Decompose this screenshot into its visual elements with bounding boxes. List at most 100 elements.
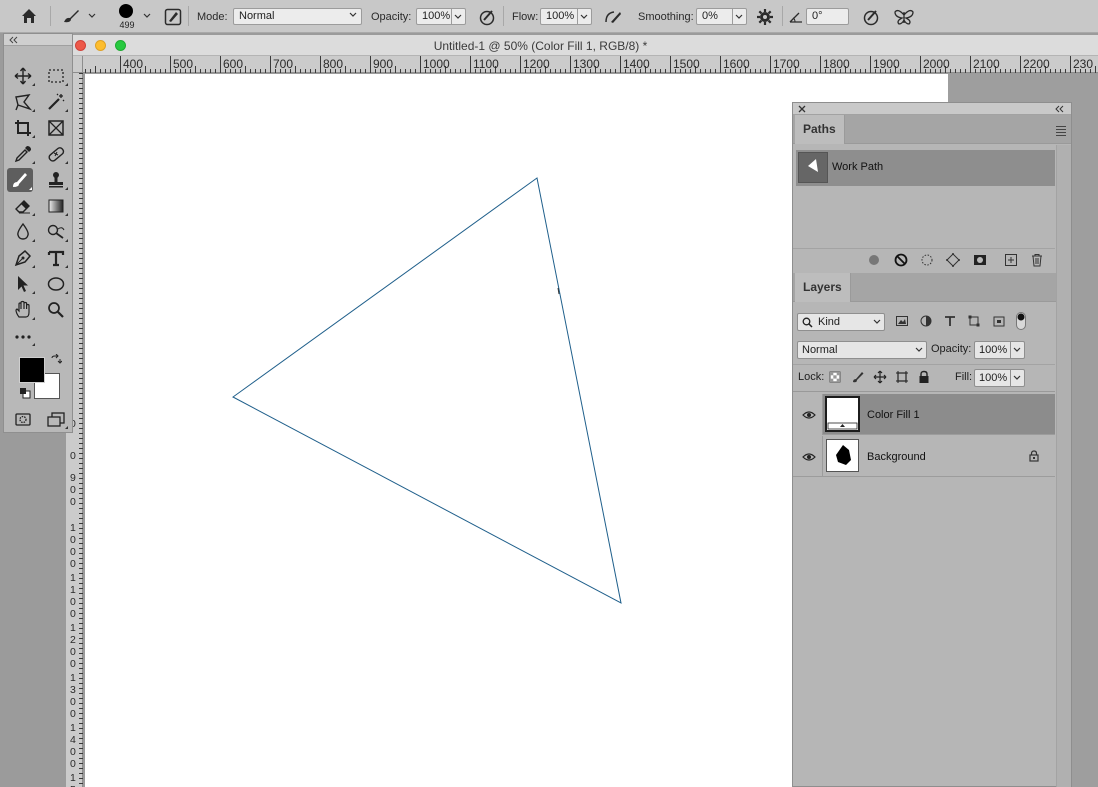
gradient-tool[interactable]	[43, 194, 69, 218]
load-path-as-selection-icon[interactable]	[920, 253, 934, 267]
chevron-down-icon	[873, 319, 881, 324]
mode-label: Mode:	[197, 11, 228, 23]
fill-dropdown[interactable]	[1011, 369, 1025, 387]
move-tool[interactable]	[10, 64, 36, 88]
stroke-path-icon[interactable]	[894, 253, 908, 267]
fill-path-icon[interactable]	[867, 253, 881, 267]
filter-type-icon[interactable]	[943, 314, 957, 328]
magic-wand-tool[interactable]	[43, 90, 69, 114]
layer-opacity-input[interactable]: 100%	[974, 341, 1011, 359]
blur-tool[interactable]	[10, 220, 36, 244]
tab-paths[interactable]: Paths	[795, 115, 845, 144]
gear-icon[interactable]	[756, 8, 774, 26]
layer-opacity-dropdown[interactable]	[1011, 341, 1025, 359]
dodge-tool[interactable]	[43, 220, 69, 244]
add-mask-icon[interactable]	[973, 253, 987, 267]
dock-header[interactable]	[793, 103, 1071, 115]
ruler-label: 0	[70, 546, 76, 558]
visibility-toggle[interactable]	[793, 436, 823, 477]
fill-input[interactable]: 100%	[974, 369, 1011, 387]
smoothing-dropdown[interactable]	[733, 8, 747, 25]
panel-menu-icon[interactable]	[1056, 126, 1066, 138]
visibility-toggle[interactable]	[793, 394, 823, 435]
path-item-work-path[interactable]: Work Path	[796, 150, 1055, 186]
lock-transparent-pixels-icon[interactable]	[829, 371, 841, 383]
work-path-from-selection-icon[interactable]	[946, 253, 960, 267]
ruler-label: 4	[70, 734, 76, 746]
eye-icon	[802, 453, 816, 461]
work-path-triangle[interactable]	[232, 177, 622, 604]
pressure-size-icon[interactable]	[862, 8, 880, 26]
brush-size-preview[interactable]	[116, 3, 136, 19]
path-thumbnail	[798, 152, 828, 183]
swap-colors-icon[interactable]	[50, 354, 62, 366]
quick-mask-icon[interactable]	[10, 407, 36, 431]
lock-image-pixels-icon[interactable]	[851, 370, 865, 384]
opacity-input[interactable]: 100%	[416, 8, 452, 25]
home-icon[interactable]	[20, 7, 38, 25]
panel-scrollbar[interactable]	[1056, 145, 1071, 787]
eyedropper-tool[interactable]	[10, 142, 36, 166]
smoothing-input[interactable]: 0%	[696, 8, 733, 25]
path-selection-tool[interactable]	[10, 272, 36, 296]
brush-settings-panel-icon[interactable]	[164, 8, 182, 26]
brush-tool[interactable]	[7, 168, 33, 192]
lasso-tool[interactable]	[10, 90, 36, 114]
ruler-label: 0	[70, 450, 76, 462]
new-path-icon[interactable]	[1004, 253, 1018, 267]
brush-tool-preset-icon[interactable]	[62, 8, 96, 24]
foreground-color-swatch[interactable]	[19, 357, 45, 383]
screen-mode-icon[interactable]	[43, 407, 69, 431]
lock-all-icon[interactable]	[918, 370, 930, 384]
filter-shape-icon[interactable]	[967, 314, 981, 328]
ruler-label: 0	[70, 696, 76, 708]
marquee-tool[interactable]	[43, 64, 69, 88]
chevron-down-icon[interactable]	[142, 12, 152, 20]
eraser-tool[interactable]	[10, 194, 36, 218]
hand-tool[interactable]	[10, 298, 36, 322]
flow-input[interactable]: 100%	[540, 8, 578, 25]
frame-tool[interactable]	[43, 116, 69, 140]
filter-pixel-icon[interactable]	[895, 314, 909, 328]
filter-smart-object-icon[interactable]	[992, 314, 1006, 328]
panel-dock: Paths Work Path Layers Kind Normal Opaci…	[792, 102, 1072, 787]
blend-mode-select[interactable]: Normal	[797, 341, 927, 359]
mode-select[interactable]: Normal	[233, 8, 362, 25]
angle-input[interactable]: 0°	[806, 8, 849, 25]
opacity-label: Opacity:	[371, 11, 412, 23]
zoom-tool[interactable]	[43, 298, 69, 322]
ellipse-tool[interactable]	[43, 272, 69, 296]
ruler-label: 0	[70, 746, 76, 758]
horizontal-ruler[interactable]: 400 500 600 700 800 900 1000 1100 1200 1300 1400 15…	[66, 56, 1098, 73]
layers-panel-tabbar: Layers	[793, 273, 1071, 302]
flow-dropdown[interactable]	[578, 8, 592, 25]
layer-thumbnail	[825, 396, 860, 432]
healing-brush-tool[interactable]	[43, 142, 69, 166]
document-titlebar: Untitled-1 @ 50% (Color Fill 1, RGB/8) *	[73, 35, 1098, 56]
smoothing-label: Smoothing:	[638, 11, 694, 23]
default-colors-icon[interactable]	[19, 387, 31, 399]
clone-stamp-tool[interactable]	[43, 168, 69, 192]
pen-tool[interactable]	[10, 246, 36, 270]
filter-toggle-switch[interactable]	[1015, 311, 1027, 331]
filter-adjustment-icon[interactable]	[919, 314, 933, 328]
type-tool[interactable]	[43, 246, 69, 270]
symmetry-butterfly-icon[interactable]	[893, 8, 915, 26]
opacity-dropdown[interactable]	[452, 8, 466, 25]
lock-artboard-icon[interactable]	[895, 370, 909, 384]
layer-thumbnail	[826, 439, 859, 472]
layer-row-color-fill-1[interactable]: Color Fill 1	[793, 394, 1055, 435]
lock-position-icon[interactable]	[873, 370, 887, 384]
tab-layers[interactable]: Layers	[795, 273, 851, 302]
options-bar: 499 Mode: Normal Opacity: 100% Flow: 100…	[0, 0, 1098, 33]
more-tools-icon[interactable]	[10, 324, 36, 348]
ruler-label: 600	[223, 57, 243, 71]
airbrush-icon[interactable]	[603, 8, 623, 26]
pressure-opacity-icon[interactable]	[478, 8, 496, 26]
ruler-label: 400	[123, 57, 143, 71]
trash-icon[interactable]	[1030, 253, 1044, 267]
toolbox-header[interactable]	[4, 34, 72, 46]
ruler-label: 1	[70, 522, 76, 534]
crop-tool[interactable]	[10, 116, 36, 140]
layer-row-background[interactable]: Background	[793, 436, 1055, 477]
